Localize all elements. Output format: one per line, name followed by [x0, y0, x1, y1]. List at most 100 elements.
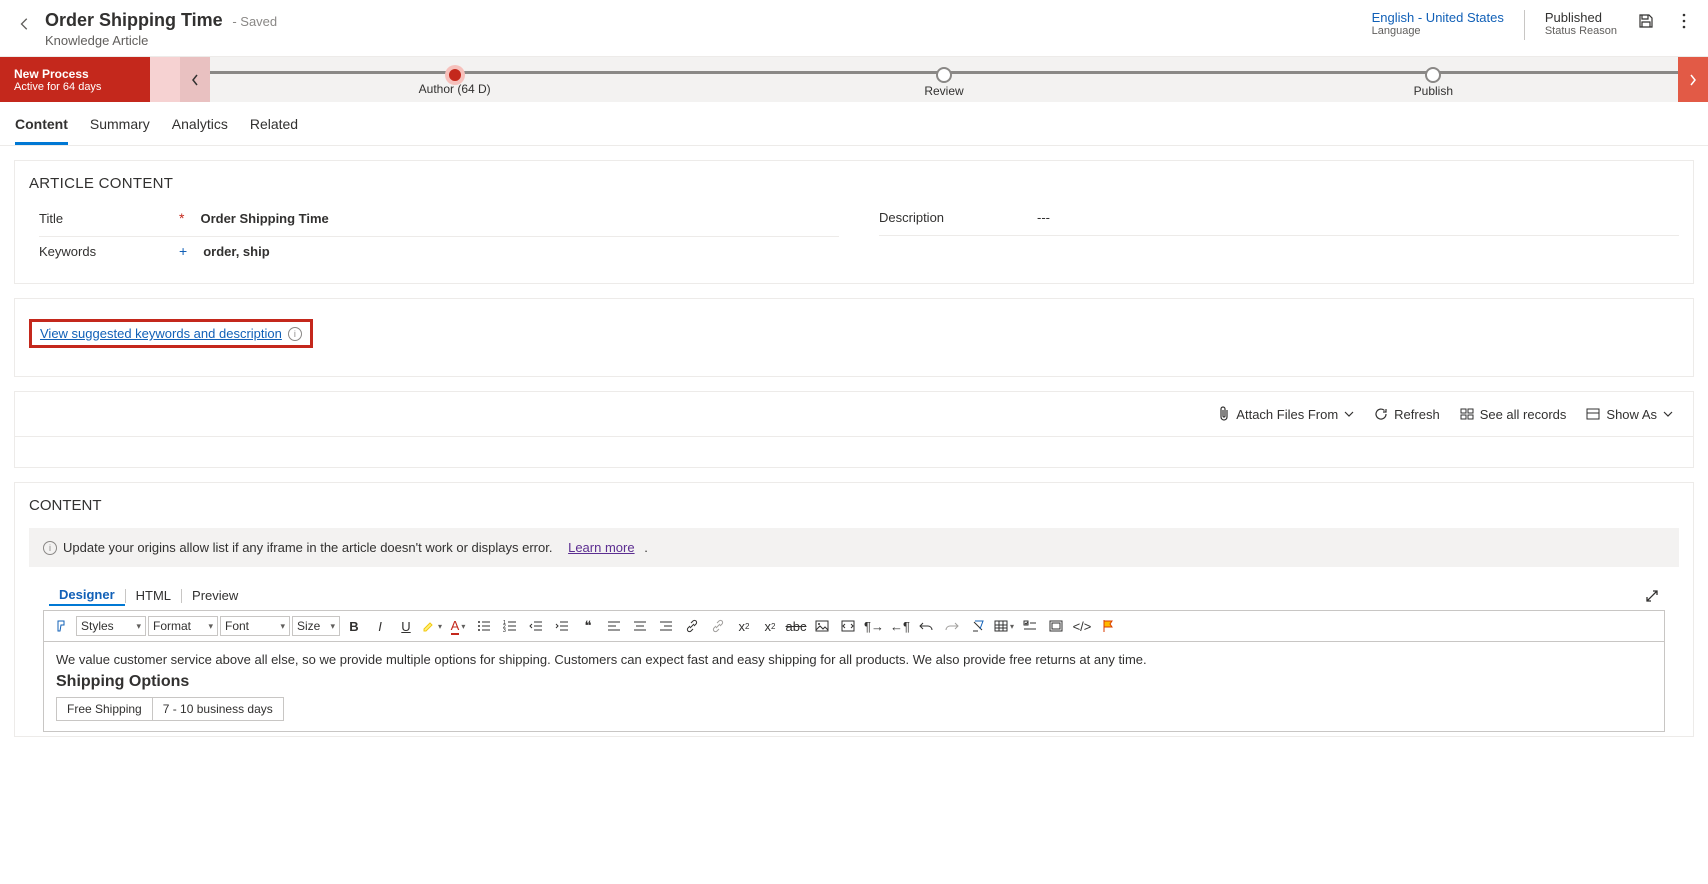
- number-list-icon[interactable]: 123: [498, 615, 522, 637]
- attach-files-button[interactable]: Attach Files From: [1218, 406, 1354, 422]
- clear-format-icon[interactable]: [966, 615, 990, 637]
- bold-icon[interactable]: B: [342, 615, 366, 637]
- tab-content[interactable]: Content: [15, 110, 68, 145]
- see-all-button[interactable]: See all records: [1460, 407, 1567, 422]
- info-icon: i: [43, 541, 57, 555]
- redo-icon[interactable]: [940, 615, 964, 637]
- editor-tabs: Designer HTML Preview: [49, 585, 1679, 606]
- language-field[interactable]: English - United States Language: [1372, 10, 1504, 37]
- stage-review[interactable]: Review: [699, 62, 1188, 98]
- indent-icon[interactable]: [550, 615, 574, 637]
- process-name: New Process: [14, 67, 136, 81]
- body-heading: Shipping Options: [56, 673, 1652, 691]
- bullet-list-icon[interactable]: [472, 615, 496, 637]
- page-header: Order Shipping Time - Saved Knowledge Ar…: [0, 0, 1708, 57]
- strikethrough-icon[interactable]: abc: [784, 615, 808, 637]
- description-field[interactable]: Description ---: [879, 204, 1679, 236]
- format-painter-icon[interactable]: [50, 615, 74, 637]
- process-stages: Author (64 D) Review Publish: [210, 57, 1678, 102]
- editor-tab-designer[interactable]: Designer: [49, 585, 125, 606]
- learn-more-link[interactable]: Learn more: [568, 540, 634, 555]
- file-toolbar-card: Attach Files From Refresh See all record…: [14, 391, 1694, 468]
- stage-label: Publish: [1189, 84, 1678, 98]
- flag-icon[interactable]: [1096, 615, 1120, 637]
- process-next[interactable]: [1678, 57, 1708, 102]
- link-icon[interactable]: [680, 615, 704, 637]
- keywords-value: order, ship: [203, 244, 269, 259]
- keywords-field[interactable]: Keywords + order, ship: [39, 237, 839, 269]
- refresh-icon: [1374, 407, 1388, 421]
- editor-tab-html[interactable]: HTML: [126, 586, 181, 605]
- paperclip-icon: [1218, 406, 1230, 422]
- embed-icon[interactable]: [1044, 615, 1068, 637]
- stage-dot-icon: [449, 69, 461, 81]
- show-as-button[interactable]: Show As: [1586, 407, 1673, 422]
- back-button[interactable]: [15, 14, 35, 34]
- description-label: Description: [879, 210, 1019, 225]
- subscript-icon[interactable]: x2: [758, 615, 782, 637]
- layout-icon: [1586, 408, 1600, 420]
- rte-content[interactable]: We value customer service above all else…: [44, 642, 1664, 731]
- unlink-icon[interactable]: [706, 615, 730, 637]
- superscript-icon[interactable]: x2: [732, 615, 756, 637]
- file-toolbar: Attach Files From Refresh See all record…: [15, 392, 1693, 437]
- tab-analytics[interactable]: Analytics: [172, 110, 228, 145]
- source-icon[interactable]: </>: [1070, 615, 1094, 637]
- outdent-icon[interactable]: [524, 615, 548, 637]
- stage-publish[interactable]: Publish: [1189, 62, 1678, 98]
- language-value: English - United States: [1372, 10, 1504, 25]
- rte-toolbar: Styles▾ Format▾ Font▾ Size▾ B I U ▾ A▾ 1…: [44, 611, 1664, 642]
- info-icon[interactable]: i: [288, 327, 302, 341]
- align-center-icon[interactable]: [628, 615, 652, 637]
- content-editor-card: CONTENT i Update your origins allow list…: [14, 482, 1694, 737]
- editor-tab-preview[interactable]: Preview: [182, 586, 248, 605]
- undo-icon[interactable]: [914, 615, 938, 637]
- tab-summary[interactable]: Summary: [90, 110, 150, 145]
- stage-label: Author (64 D): [210, 82, 699, 96]
- save-icon[interactable]: [1637, 12, 1655, 30]
- process-title[interactable]: New Process Active for 64 days: [0, 57, 150, 102]
- tab-related[interactable]: Related: [250, 110, 298, 145]
- page-title: Order Shipping Time: [45, 10, 223, 30]
- iframe-icon[interactable]: [836, 615, 860, 637]
- process-prev[interactable]: [180, 57, 210, 102]
- underline-icon[interactable]: U: [394, 615, 418, 637]
- title-value: Order Shipping Time: [200, 211, 328, 226]
- highlight-icon[interactable]: ▾: [420, 615, 444, 637]
- status-value: Published: [1545, 10, 1617, 25]
- stage-dot-icon: [936, 67, 952, 83]
- italic-icon[interactable]: I: [368, 615, 392, 637]
- rtl-icon[interactable]: ←¶: [888, 615, 912, 637]
- size-select[interactable]: Size▾: [292, 616, 340, 636]
- content-section-title: CONTENT: [29, 497, 1679, 514]
- table-cell: 7 - 10 business days: [152, 698, 283, 721]
- refresh-button[interactable]: Refresh: [1374, 407, 1440, 422]
- blockquote-icon[interactable]: ❝: [576, 615, 600, 637]
- font-select[interactable]: Font▾: [220, 616, 290, 636]
- expand-icon[interactable]: [1645, 589, 1659, 603]
- styles-select[interactable]: Styles▾: [76, 616, 146, 636]
- suggest-card: View suggested keywords and description …: [14, 298, 1694, 377]
- suggest-highlight: View suggested keywords and description …: [29, 319, 313, 348]
- grid-icon: [1460, 408, 1474, 420]
- image-icon[interactable]: [810, 615, 834, 637]
- process-bar: New Process Active for 64 days Author (6…: [0, 57, 1708, 102]
- entity-subtitle: Knowledge Article: [45, 33, 277, 48]
- status-field[interactable]: Published Status Reason: [1545, 10, 1617, 37]
- article-section-title: ARTICLE CONTENT: [29, 175, 1679, 192]
- format-select[interactable]: Format▾: [148, 616, 218, 636]
- checklist-icon[interactable]: [1018, 615, 1042, 637]
- table-row: Free Shipping 7 - 10 business days: [57, 698, 284, 721]
- ltr-icon[interactable]: ¶→: [862, 615, 886, 637]
- align-right-icon[interactable]: [654, 615, 678, 637]
- view-suggested-link[interactable]: View suggested keywords and description: [40, 326, 282, 341]
- svg-text:3: 3: [503, 628, 506, 632]
- more-icon[interactable]: [1675, 12, 1693, 30]
- align-left-icon[interactable]: [602, 615, 626, 637]
- table-icon[interactable]: ▾: [992, 615, 1016, 637]
- font-color-icon[interactable]: A▾: [446, 615, 470, 637]
- keywords-label: Keywords: [39, 244, 179, 259]
- title-field[interactable]: Title * Order Shipping Time: [39, 204, 839, 237]
- stage-author[interactable]: Author (64 D): [210, 64, 699, 96]
- recommended-icon: +: [179, 243, 187, 259]
